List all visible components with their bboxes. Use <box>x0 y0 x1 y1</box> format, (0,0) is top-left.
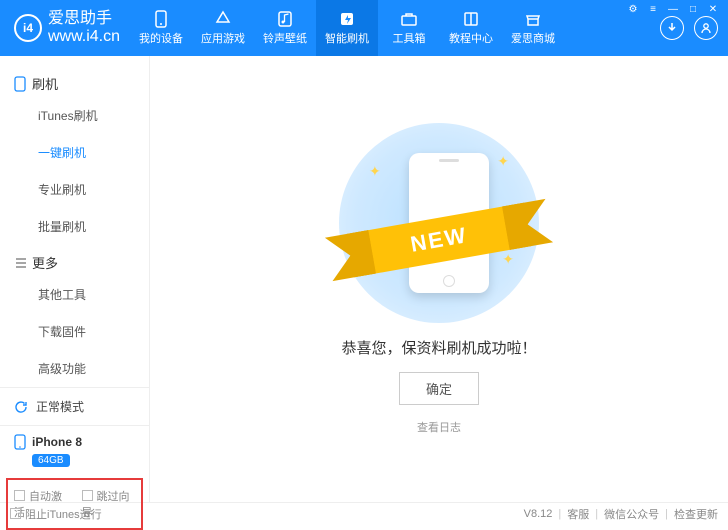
flash-icon <box>14 76 26 92</box>
store-icon <box>524 10 542 28</box>
user-icon[interactable] <box>694 16 718 40</box>
ok-button[interactable]: 确定 <box>399 372 479 405</box>
sidebar-group: 更多 <box>0 245 149 276</box>
sidebar: 刷机iTunes刷机一键刷机专业刷机批量刷机更多其他工具下载固件高级功能 正常模… <box>0 56 150 502</box>
sidebar-item[interactable]: 批量刷机 <box>0 208 149 245</box>
device-icon <box>152 10 170 28</box>
sidebar-item[interactable]: 其他工具 <box>0 276 149 313</box>
close-icon[interactable]: ✕ <box>706 2 720 16</box>
update-link[interactable]: 检查更新 <box>674 506 718 522</box>
success-illustration: ✦ ✦ ✦ ✦ NEW <box>339 123 539 323</box>
mode-row[interactable]: 正常模式 <box>0 387 149 425</box>
nav-store[interactable]: 爱思商城 <box>502 0 564 56</box>
sidebar-item[interactable]: 专业刷机 <box>0 171 149 208</box>
wechat-link[interactable]: 微信公众号 <box>604 506 659 522</box>
menu-icon[interactable]: ≡ <box>646 2 660 16</box>
nav-device[interactable]: 我的设备 <box>130 0 192 56</box>
bottom-options: 自动激活 跳过向导 <box>6 478 143 530</box>
settings-icon[interactable]: ⚙ <box>626 2 640 16</box>
nav-label: 智能刷机 <box>325 30 369 46</box>
maximize-icon[interactable]: □ <box>686 2 700 16</box>
sidebar-item[interactable]: 高级功能 <box>0 350 149 387</box>
mode-label: 正常模式 <box>36 398 84 415</box>
sidebar-item[interactable]: 一键刷机 <box>0 134 149 171</box>
nav-apps[interactable]: 应用游戏 <box>192 0 254 56</box>
music-icon <box>276 10 294 28</box>
sidebar-item[interactable]: 下载固件 <box>0 313 149 350</box>
nav-flash[interactable]: 智能刷机 <box>316 0 378 56</box>
logo-icon: i4 <box>14 14 42 42</box>
sidebar-item[interactable]: iTunes刷机 <box>0 97 149 134</box>
brand: i4 爱思助手 www.i4.cn <box>0 10 130 45</box>
brand-name: 爱思助手 <box>48 10 120 28</box>
nav-label: 教程中心 <box>449 30 493 46</box>
apps-icon <box>214 10 232 28</box>
refresh-icon <box>14 400 28 414</box>
device-name: iPhone 8 <box>32 435 82 449</box>
download-icon[interactable] <box>660 16 684 40</box>
storage-badge: 64GB <box>32 454 70 467</box>
success-message: 恭喜您，保资料刷机成功啦！ <box>341 337 536 358</box>
nav-book[interactable]: 教程中心 <box>440 0 502 56</box>
more-icon <box>14 255 26 271</box>
nav-label: 应用游戏 <box>201 30 245 46</box>
device-row[interactable]: iPhone 8 64GB <box>0 425 149 478</box>
nav-music[interactable]: 铃声壁纸 <box>254 0 316 56</box>
nav-label: 工具箱 <box>393 30 426 46</box>
book-icon <box>462 10 480 28</box>
minimize-icon[interactable]: ― <box>666 2 680 16</box>
brand-url: www.i4.cn <box>48 28 120 46</box>
header: i4 爱思助手 www.i4.cn 我的设备 应用游戏 铃声壁纸 智能刷机 工具箱 教程中… <box>0 0 728 56</box>
nav-toolbox[interactable]: 工具箱 <box>378 0 440 56</box>
main-panel: ✦ ✦ ✦ ✦ NEW 恭喜您，保资料刷机成功啦！ 确定 查看日志 <box>150 56 728 502</box>
view-log-link[interactable]: 查看日志 <box>417 419 461 435</box>
block-itunes-checkbox[interactable]: 阻止iTunes运行 <box>10 506 102 522</box>
nav-label: 爱思商城 <box>511 30 555 46</box>
phone-icon <box>14 434 26 450</box>
support-link[interactable]: 客服 <box>567 506 589 522</box>
version-label: V8.12 <box>524 508 553 520</box>
flash-icon <box>338 10 356 28</box>
sidebar-group: 刷机 <box>0 66 149 97</box>
nav-label: 我的设备 <box>139 30 183 46</box>
toolbox-icon <box>400 10 418 28</box>
nav-label: 铃声壁纸 <box>263 30 307 46</box>
